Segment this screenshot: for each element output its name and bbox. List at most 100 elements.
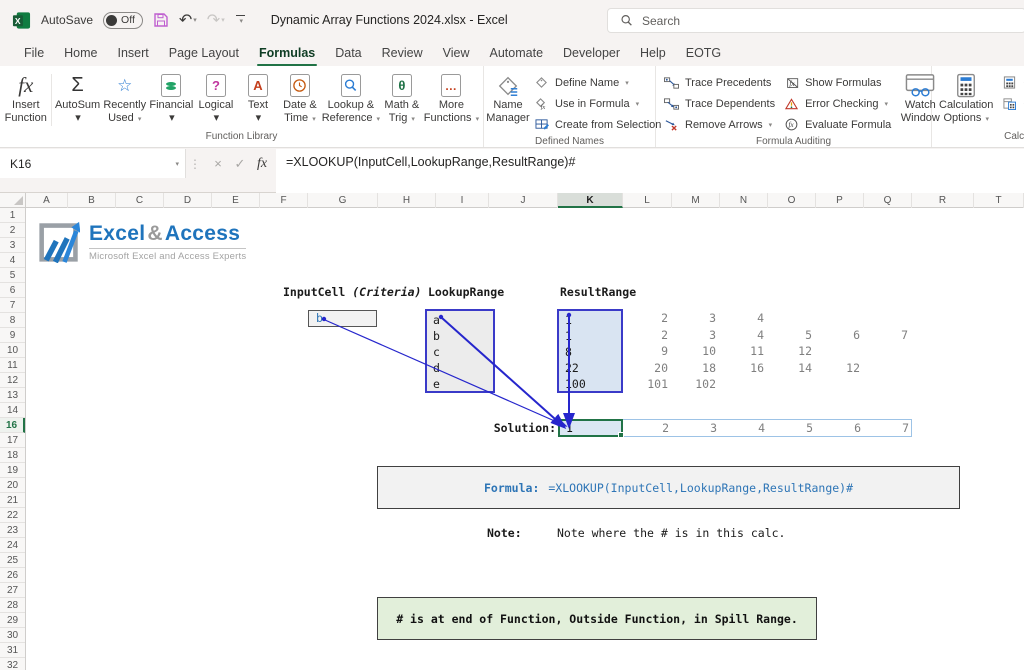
insert-function-fx-button[interactable]: fx	[252, 156, 272, 172]
matrix-cell[interactable]	[817, 343, 865, 360]
selected-cell-K16[interactable]: 1	[558, 419, 623, 437]
row-header[interactable]: 4	[0, 253, 25, 268]
matrix-cell[interactable]: 2	[625, 310, 673, 327]
resize-dots-icon[interactable]: ⋮	[186, 149, 204, 178]
result-cell[interactable]: 1	[565, 312, 621, 328]
matrix-cell[interactable]: 101	[625, 376, 673, 393]
row-header[interactable]: 1	[0, 208, 25, 223]
row-header[interactable]: 22	[0, 508, 25, 523]
define-name-button[interactable]: Define Name ▾	[529, 72, 665, 93]
matrix-cell[interactable]: 12	[769, 343, 817, 360]
column-header[interactable]: H	[378, 193, 436, 208]
matrix-cell[interactable]	[865, 310, 913, 327]
solution-label[interactable]: Solution:	[480, 421, 556, 435]
row-header[interactable]: 7	[0, 298, 25, 313]
error-checking-button[interactable]: Error Checking ▾	[779, 93, 895, 114]
autosum-button[interactable]: Σ AutoSum ▾	[53, 70, 101, 124]
row-header[interactable]: 20	[0, 478, 25, 493]
column-header[interactable]: R	[912, 193, 974, 208]
insert-function-button[interactable]: fx Insert Function	[3, 70, 49, 124]
row-header[interactable]: 30	[0, 628, 25, 643]
column-header[interactable]: L	[623, 193, 672, 208]
calculation-options-button[interactable]: Calculation Options ▾	[935, 70, 997, 126]
show-formulas-button[interactable]: fx Show Formulas	[779, 72, 895, 93]
column-header[interactable]: C	[116, 193, 164, 208]
result-range-box[interactable]: 11822100	[557, 309, 623, 393]
row-header[interactable]: 3	[0, 238, 25, 253]
ribbon-tab[interactable]: Insert	[108, 40, 159, 66]
column-header[interactable]: P	[816, 193, 864, 208]
row-header[interactable]: 27	[0, 583, 25, 598]
ribbon-tab[interactable]: Data	[325, 40, 371, 66]
ribbon-tab[interactable]: Developer	[553, 40, 630, 66]
row-header[interactable]: 8	[0, 313, 25, 328]
matrix-cell[interactable]: 16	[721, 360, 769, 377]
text-button[interactable]: A Text ▾	[237, 70, 279, 124]
row-header[interactable]: 31	[0, 643, 25, 658]
matrix-cell[interactable]: 4	[721, 310, 769, 327]
matrix-cell[interactable]: 2	[625, 327, 673, 344]
column-header[interactable]: I	[436, 193, 489, 208]
date-time-button[interactable]: Date & Time ▾	[279, 70, 321, 126]
row-header[interactable]: 12	[0, 373, 25, 388]
name-manager-button[interactable]: Name Manager	[487, 70, 529, 124]
autosave-toggle[interactable]: Off	[103, 12, 143, 29]
column-header[interactable]: G	[308, 193, 378, 208]
row-header[interactable]: 18	[0, 448, 25, 463]
lookup-cell[interactable]: e	[433, 376, 493, 392]
matrix-cell[interactable]	[817, 310, 865, 327]
column-header[interactable]: A	[26, 193, 68, 208]
matrix-cell[interactable]: 12	[817, 360, 865, 377]
lookup-cell[interactable]: a	[433, 312, 493, 328]
lookup-range-box[interactable]: abcde	[425, 309, 495, 393]
matrix-cell[interactable]	[817, 376, 865, 393]
row-header[interactable]: 28	[0, 598, 25, 613]
undo-button[interactable]: ↶▾	[179, 10, 197, 30]
lookup-cell[interactable]: b	[433, 328, 493, 344]
row-header[interactable]: 5	[0, 268, 25, 283]
logical-button[interactable]: ? Logical ▾	[195, 70, 237, 124]
spill-cell[interactable]: 5	[767, 421, 813, 436]
ribbon-tab[interactable]: Automate	[480, 40, 554, 66]
row-header[interactable]: 17	[0, 433, 25, 448]
trace-precedents-button[interactable]: Trace Precedents	[659, 72, 779, 93]
formula-input[interactable]: =XLOOKUP(InputCell,LookupRange,ResultRan…	[276, 149, 1024, 193]
matrix-cell[interactable]: 102	[673, 376, 721, 393]
name-box[interactable]: K16 ▾	[0, 149, 186, 178]
matrix-cell[interactable]: 3	[673, 327, 721, 344]
ribbon-tab[interactable]: Formulas	[249, 40, 325, 66]
column-header[interactable]: E	[212, 193, 260, 208]
calculate-sheet-button[interactable]: Ca	[997, 93, 1024, 114]
column-header[interactable]: N	[720, 193, 768, 208]
ribbon-tab[interactable]: View	[433, 40, 480, 66]
matrix-cell[interactable]: 14	[769, 360, 817, 377]
matrix-cell[interactable]	[865, 343, 913, 360]
matrix-cell[interactable]	[769, 376, 817, 393]
ribbon-tab[interactable]: Help	[630, 40, 676, 66]
spill-cell[interactable]: 6	[815, 421, 861, 436]
lookup-cell[interactable]: d	[433, 360, 493, 376]
row-header[interactable]: 24	[0, 538, 25, 553]
row-header[interactable]: 21	[0, 493, 25, 508]
trace-dependents-button[interactable]: Trace Dependents	[659, 93, 779, 114]
more-functions-button[interactable]: … More Functions ▾	[423, 70, 480, 126]
matrix-cell[interactable]	[865, 360, 913, 377]
select-all-corner[interactable]	[0, 193, 26, 207]
row-header[interactable]: 9	[0, 328, 25, 343]
matrix-cell[interactable]: 3	[673, 310, 721, 327]
ribbon-tab[interactable]: Page Layout	[159, 40, 249, 66]
input-cell-heading[interactable]: InputCell (Criteria)	[283, 285, 422, 299]
row-header[interactable]: 6	[0, 283, 25, 298]
row-header[interactable]: 14	[0, 403, 25, 418]
spill-cell[interactable]: 3	[671, 421, 717, 436]
evaluate-formula-button[interactable]: fx Evaluate Formula	[779, 114, 895, 135]
quick-access-customize-button[interactable]: ▾	[235, 15, 247, 25]
financial-button[interactable]: Financial ▾	[148, 70, 195, 124]
column-header[interactable]: K	[558, 193, 623, 208]
ribbon-tab[interactable]: File	[14, 40, 54, 66]
ribbon-tab[interactable]: EOTG	[676, 40, 731, 66]
row-header[interactable]: 16	[0, 418, 25, 433]
matrix-cell[interactable]	[769, 310, 817, 327]
matrix-cell[interactable]: 5	[769, 327, 817, 344]
ribbon-tab[interactable]: Home	[54, 40, 107, 66]
